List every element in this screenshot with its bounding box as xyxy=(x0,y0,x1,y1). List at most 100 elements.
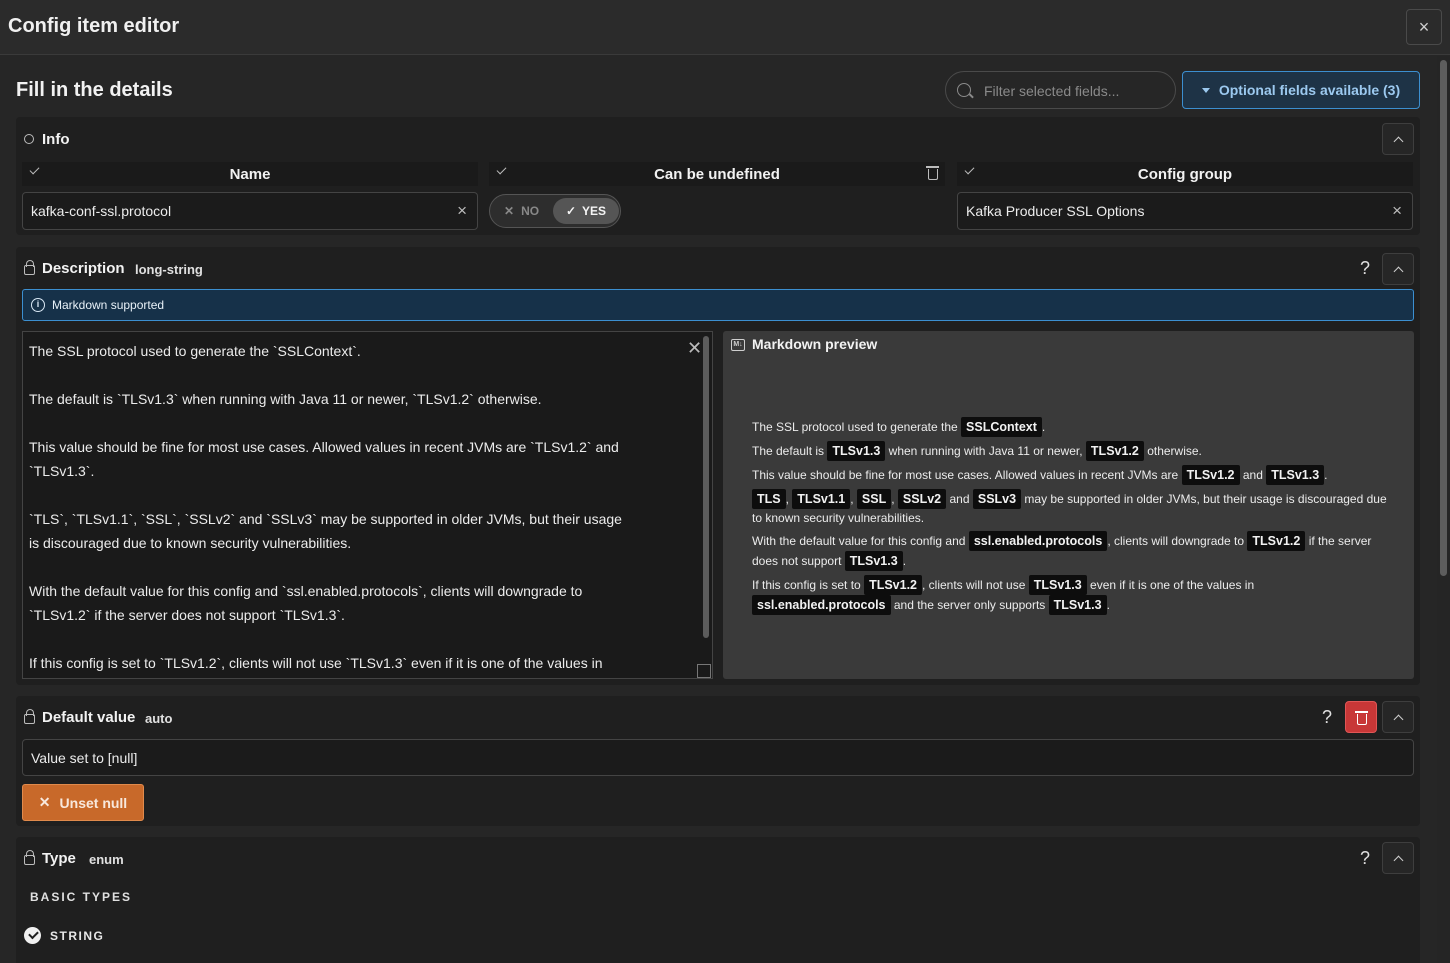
trash-icon[interactable] xyxy=(926,166,939,180)
default-value-field[interactable]: Value set to [null] xyxy=(22,739,1414,776)
description-panel-header: Description long-string ? xyxy=(16,247,1420,291)
optional-fields-label: Optional fields available (3) xyxy=(1218,82,1401,98)
default-value-text: Value set to [null] xyxy=(31,750,138,766)
description-editor[interactable]: The SSL protocol used to generate the `S… xyxy=(22,331,713,679)
editor-line: `TLSv1.2` if the server does not support… xyxy=(29,607,345,623)
can-be-undefined-toggle[interactable]: ✕ NO ✓ YES xyxy=(489,194,621,228)
type-collapse-button[interactable] xyxy=(1382,842,1414,874)
scrollbar-thumb[interactable] xyxy=(1440,60,1447,576)
default-value-panel: Default value auto ? Value set to [null]… xyxy=(16,696,1420,826)
info-collapse-button[interactable] xyxy=(1382,123,1414,155)
markdown-icon: M↓ xyxy=(731,339,745,351)
basic-types-label: BASIC TYPES xyxy=(30,890,133,904)
code-span: SSL xyxy=(856,489,892,509)
unset-null-label: Unset null xyxy=(59,794,128,811)
window-title: Config item editor xyxy=(8,15,180,37)
editor-line: If this config is set to `TLSv1.2`, clie… xyxy=(29,655,603,671)
default-value-type: auto xyxy=(145,711,173,726)
lock-icon xyxy=(24,260,35,275)
description-panel: Description long-string ? i Markdown sup… xyxy=(16,247,1420,685)
editor-line: `TLS`, `TLSv1.1`, `SSL`, `SSLv2` and `SS… xyxy=(29,511,622,527)
config-group-field[interactable]: Kafka Producer SSL Options × xyxy=(957,192,1413,230)
config-group-value: Kafka Producer SSL Options xyxy=(966,203,1145,219)
page-title: Fill in the details xyxy=(16,79,173,101)
config-group-column-header: Config group xyxy=(957,162,1413,186)
chevron-up-icon xyxy=(1393,714,1403,724)
preview-paragraph: With the default value for this config a… xyxy=(752,531,1392,571)
info-title: Info xyxy=(42,131,70,148)
code-span: TLS xyxy=(752,489,786,509)
type-panel: Type enum ? BASIC TYPES STRING xyxy=(16,837,1420,963)
chevron-up-icon xyxy=(1393,266,1403,276)
editor-line: This value should be fine for most use c… xyxy=(29,439,619,455)
x-icon: ✕ xyxy=(504,204,515,218)
description-type: long-string xyxy=(135,262,203,277)
editor-line: is discouraged due to known security vul… xyxy=(29,535,352,551)
help-icon[interactable]: ? xyxy=(1360,848,1370,869)
type-panel-header: Type enum ? xyxy=(16,837,1420,881)
string-radio-label[interactable]: STRING xyxy=(50,929,104,943)
info-panel: Info Name Can be undefined Config group … xyxy=(16,117,1420,235)
preview-paragraph: The SSL protocol used to generate the SS… xyxy=(752,417,1392,437)
name-column-header: Name xyxy=(22,162,478,186)
editor-line: `TLSv1.3`. xyxy=(29,463,95,479)
type-title: Type xyxy=(42,850,76,867)
filter-fields-input[interactable] xyxy=(984,81,1169,101)
description-text[interactable]: The SSL protocol used to generate the `S… xyxy=(29,339,689,675)
chevron-up-icon xyxy=(1393,855,1403,865)
string-radio[interactable] xyxy=(24,927,41,944)
lock-icon xyxy=(24,850,35,865)
editor-line: With the default value for this config a… xyxy=(29,583,583,599)
help-icon[interactable]: ? xyxy=(1360,258,1370,279)
code-span: TLSv1.2 xyxy=(1181,465,1240,485)
markdown-supported-text: Markdown supported xyxy=(52,298,165,312)
editor-scrollbar[interactable] xyxy=(703,336,709,638)
code-span: ssl.enabled.protocols xyxy=(968,531,1108,551)
resize-handle[interactable] xyxy=(697,664,711,678)
page-scrollbar[interactable] xyxy=(1437,56,1450,963)
preview-paragraph: TLS, TLSv1.1, SSL, SSLv2 and SSLv3 may b… xyxy=(752,489,1392,527)
search-icon xyxy=(957,83,971,97)
preview-paragraph: If this config is set to TLSv1.2, client… xyxy=(752,575,1392,615)
toggle-yes-option[interactable]: ✓ YES xyxy=(553,198,619,224)
close-button[interactable]: × xyxy=(1406,9,1442,45)
code-span: TLSv1.3 xyxy=(1266,465,1325,485)
delete-button[interactable] xyxy=(1345,701,1377,733)
code-span: TLSv1.3 xyxy=(827,441,886,461)
optional-fields-button[interactable]: Optional fields available (3) xyxy=(1182,71,1420,109)
caret-down-icon xyxy=(1201,87,1210,93)
code-span: TLSv1.3 xyxy=(844,551,903,571)
code-span: TLSv1.2 xyxy=(1247,531,1306,551)
markdown-preview-title: Markdown preview xyxy=(752,336,878,352)
markdown-preview-body: The SSL protocol used to generate the SS… xyxy=(752,417,1392,619)
chevron-up-icon xyxy=(1393,136,1403,146)
toggle-no-option[interactable]: ✕ NO xyxy=(504,204,539,218)
filter-fields-search[interactable] xyxy=(945,71,1176,109)
name-value: kafka-conf-ssl.protocol xyxy=(31,203,172,219)
info-icon xyxy=(24,134,34,144)
preview-paragraph: The default is TLSv1.3 when running with… xyxy=(752,441,1392,461)
unset-null-button[interactable]: ✕ Unset null xyxy=(22,784,144,821)
description-collapse-button[interactable] xyxy=(1382,253,1414,285)
code-span: TLSv1.2 xyxy=(1085,441,1144,461)
name-field[interactable]: kafka-conf-ssl.protocol × xyxy=(22,192,478,230)
preview-paragraph: This value should be fine for most use c… xyxy=(752,465,1392,485)
editor-line: The default is `TLSv1.3` when running wi… xyxy=(29,391,542,407)
clear-icon[interactable]: × xyxy=(1392,201,1402,221)
check-icon: ✓ xyxy=(565,204,577,218)
help-icon[interactable]: ? xyxy=(1322,707,1332,728)
description-title: Description xyxy=(42,260,125,277)
default-value-collapse-button[interactable] xyxy=(1382,701,1414,733)
default-value-panel-header: Default value auto ? xyxy=(16,696,1420,740)
markdown-preview: M↓ Markdown preview The SSL protocol use… xyxy=(723,331,1414,679)
clear-icon[interactable]: ✕ xyxy=(687,338,702,359)
close-icon: × xyxy=(1418,16,1430,37)
can-be-undefined-column-header: Can be undefined xyxy=(489,162,945,186)
code-span: TLSv1.1 xyxy=(792,489,851,509)
clear-icon[interactable]: × xyxy=(457,201,467,221)
